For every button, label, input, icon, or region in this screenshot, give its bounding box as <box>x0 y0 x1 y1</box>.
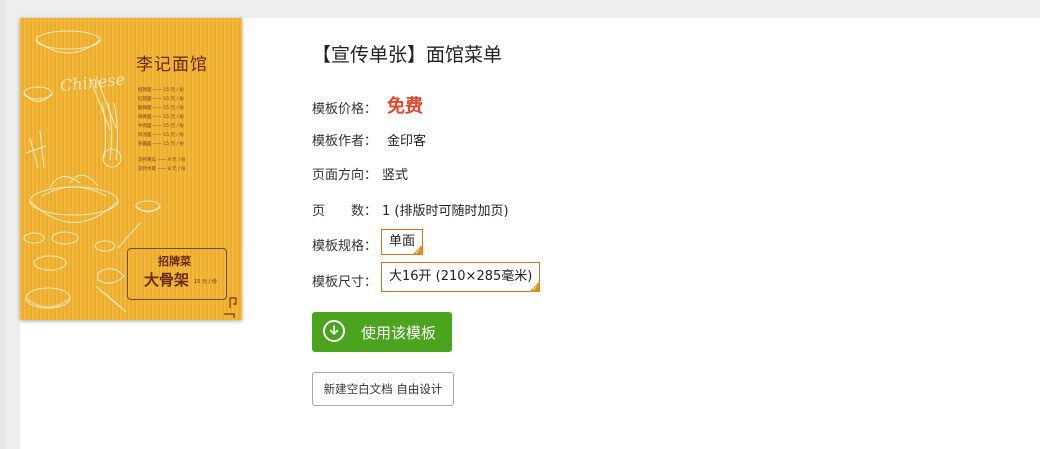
template-title: 【宣传单张】面馆菜单 <box>312 44 503 66</box>
price-value: 免费 <box>387 96 423 117</box>
preview-menu-row: 牛肉面 —— 15 元 / 份 <box>138 124 184 129</box>
check-icon: ✓ <box>414 247 422 256</box>
preview-signature-price: 15 元 / 份 <box>194 279 217 285</box>
check-icon: ✓ <box>531 284 539 293</box>
size-option[interactable]: 大16开 (210×285毫米) ✓ <box>381 262 541 293</box>
download-circle-icon <box>323 320 345 342</box>
orientation-value: 竖式 <box>382 168 409 183</box>
size-option-label: 大16开 (210×285毫米) <box>389 269 533 284</box>
preview-extra-row: 凉拌黄瓜 —— 9 元 / 份 <box>138 158 186 163</box>
preview-menu-row: 排骨面 —— 15 元 / 份 <box>138 115 184 120</box>
new-blank-document-button[interactable]: 新建空白文档 自由设计 <box>312 372 454 406</box>
preview-menu-row: 酸辣面 —— 15 元 / 份 <box>138 106 184 111</box>
preview-signature-dish: 大骨架 <box>144 271 190 289</box>
preview-menu-list: 招牌面 —— 15 元 / 份 红烧面 —— 15 元 / 份 酸辣面 —— 1… <box>138 86 228 174</box>
preview-signature-box: 招牌菜 大骨架 15 元 / 份 <box>127 248 227 300</box>
spec-label: 模板规格： <box>312 239 378 254</box>
preview-menu-row: 鸡汤面 —— 15 元 / 份 <box>138 133 184 138</box>
preview-menu-row: 红烧面 —— 15 元 / 份 <box>138 97 184 102</box>
preview-menu-row: 招牌面 —— 15 元 / 份 <box>138 88 184 93</box>
use-template-button[interactable]: 使用该模板 <box>312 312 452 352</box>
use-template-label: 使用该模板 <box>361 324 437 342</box>
pages-value: 1 (排版时可随时加页) <box>382 204 509 219</box>
pages-label: 页 数： <box>312 204 378 219</box>
orientation-label: 页面方向： <box>312 168 378 183</box>
price-label: 模板价格： <box>312 102 378 117</box>
template-preview-image[interactable]: Chinese 李记面馆 招牌面 —— 15 元 / 份 红烧面 —— 15 元… <box>20 18 242 320</box>
size-label: 模板尺寸： <box>312 275 378 290</box>
spec-option-single[interactable]: 单面 ✓ <box>381 229 424 256</box>
preview-menu-row: 杂酱面 —— 15 元 / 份 <box>138 142 184 147</box>
window-edge <box>0 0 6 449</box>
preview-signature-heading: 招牌菜 <box>158 255 191 268</box>
preview-shop-name: 李记面馆 <box>136 55 208 75</box>
author-value: 金印客 <box>387 134 427 149</box>
preview-extra-row: 凉拌木耳 —— 8 元 / 份 <box>138 167 186 172</box>
author-label: 模板作者： <box>312 134 378 149</box>
